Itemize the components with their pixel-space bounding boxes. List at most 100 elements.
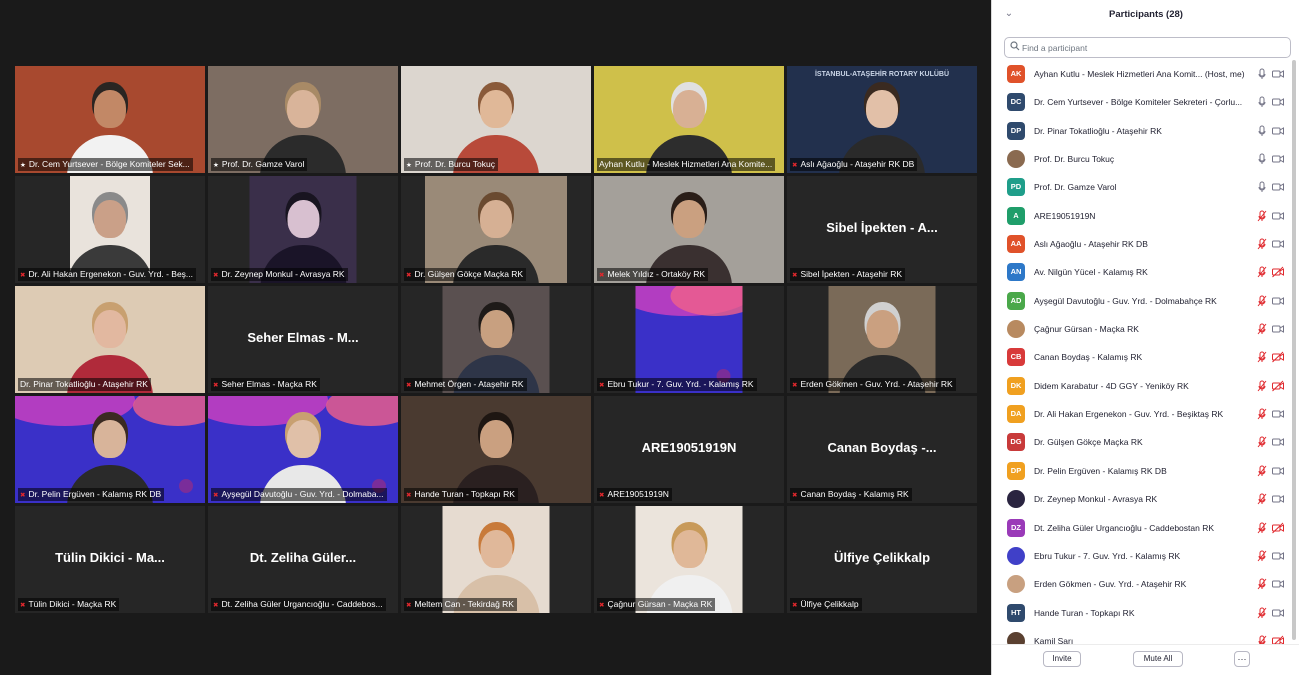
video-camera-icon[interactable] bbox=[1272, 465, 1284, 477]
video-tile[interactable]: Tülin Dikici - Ma... ✖ Tülin Dikici - Maçk… bbox=[15, 506, 205, 613]
video-tile[interactable]: ★ Prof. Dr. Gamze Varol bbox=[208, 66, 398, 173]
video-camera-off-icon[interactable] bbox=[1272, 351, 1284, 363]
microphone-icon[interactable] bbox=[1257, 125, 1267, 137]
video-camera-icon[interactable] bbox=[1272, 210, 1284, 222]
participant-row[interactable]: DZ Dt. Zeliha Güler Urgancıoğlu - Caddebo… bbox=[1004, 514, 1287, 542]
video-camera-icon[interactable] bbox=[1272, 607, 1284, 619]
microphone-muted-icon[interactable] bbox=[1257, 578, 1267, 590]
microphone-muted-icon[interactable] bbox=[1257, 210, 1267, 222]
video-camera-icon[interactable] bbox=[1272, 96, 1284, 108]
video-camera-icon[interactable] bbox=[1272, 238, 1284, 250]
microphone-muted-icon[interactable] bbox=[1257, 266, 1267, 278]
microphone-muted-icon[interactable] bbox=[1257, 351, 1267, 363]
microphone-muted-icon[interactable] bbox=[1257, 408, 1267, 420]
participant-row[interactable]: A ARE19051919N bbox=[1004, 202, 1287, 230]
video-tile[interactable]: Dt. Zeliha Güler... ✖ Dt. Zeliha Güler Urg… bbox=[208, 506, 398, 613]
video-tile[interactable]: ARE19051919N ✖ ARE19051919N bbox=[594, 396, 784, 503]
video-camera-icon[interactable] bbox=[1272, 323, 1284, 335]
video-tile[interactable]: ✖ Melek Yıldız - Ortaköy RK bbox=[594, 176, 784, 283]
microphone-icon[interactable] bbox=[1257, 181, 1267, 193]
participant-video bbox=[15, 66, 205, 173]
participant-row[interactable]: AK Ayhan Kutlu - Meslek Hizmetleri Ana Ko… bbox=[1004, 60, 1287, 88]
microphone-icon[interactable] bbox=[1257, 68, 1267, 80]
video-camera-icon[interactable] bbox=[1272, 153, 1284, 165]
participant-row[interactable]: DA Dr. Ali Hakan Ergenekon - Guv. Yrd. - … bbox=[1004, 400, 1287, 428]
participant-search[interactable] bbox=[1004, 37, 1291, 58]
participant-row[interactable]: AN Av. Nilgün Yücel - Kalamış RK bbox=[1004, 258, 1287, 286]
video-tile[interactable]: ✖ Dr. Gülşen Gökçe Maçka RK bbox=[401, 176, 591, 283]
microphone-muted-icon[interactable] bbox=[1257, 465, 1267, 477]
video-camera-off-icon[interactable] bbox=[1272, 635, 1284, 644]
participant-row[interactable]: AA Aslı Ağaoğlu - Ataşehir RK DB bbox=[1004, 230, 1287, 258]
microphone-muted-icon[interactable] bbox=[1257, 238, 1267, 250]
mute-all-button[interactable]: Mute All bbox=[1133, 651, 1183, 667]
participant-row[interactable]: AD Ayşegül Davutoğlu - Guv. Yrd. - Dolmab… bbox=[1004, 287, 1287, 315]
video-tile[interactable]: ✖ Hande Turan - Topkapı RK bbox=[401, 396, 591, 503]
microphone-muted-icon[interactable] bbox=[1257, 380, 1267, 392]
participant-row[interactable]: Ebru Tukur - 7. Guv. Yrd. - Kalamış RK bbox=[1004, 542, 1287, 570]
video-tile[interactable]: ✖ Erden Gökmen - Guv. Yrd. - Ataşehir RK bbox=[787, 286, 977, 393]
video-tile[interactable]: ✖ Dr. Ali Hakan Ergenekon - Guv. Yrd. - B… bbox=[15, 176, 205, 283]
participant-row[interactable]: Dr. Zeynep Monkul - Avrasya RK bbox=[1004, 485, 1287, 513]
participant-row[interactable]: Kamil Sarı bbox=[1004, 627, 1287, 644]
microphone-muted-icon[interactable] bbox=[1257, 493, 1267, 505]
video-camera-icon[interactable] bbox=[1272, 181, 1284, 193]
participant-name: Ayhan Kutlu - Meslek Hizmetleri Ana Komi… bbox=[1034, 69, 1245, 79]
video-tile[interactable]: ★ Prof. Dr. Burcu Tokuç bbox=[401, 66, 591, 173]
participant-row[interactable]: DC Dr. Cem Yurtsever - Bölge Komiteler Se… bbox=[1004, 88, 1287, 116]
participant-row[interactable]: DP Dr. Pinar Tokatlioğlu - Ataşehir RK bbox=[1004, 117, 1287, 145]
video-tile[interactable]: Ülfiye Çelikkalp ✖ Ülfiye Çelikkalp bbox=[787, 506, 977, 613]
video-camera-icon[interactable] bbox=[1272, 493, 1284, 505]
microphone-muted-icon[interactable] bbox=[1257, 550, 1267, 562]
participant-name: Erden Gökmen - Guv. Yrd. - Ataşehir RK bbox=[1034, 579, 1187, 590]
participant-row[interactable]: DP Dr. Pelin Ergüven - Kalamış RK DB bbox=[1004, 457, 1287, 485]
video-camera-icon[interactable] bbox=[1272, 436, 1284, 448]
video-tile[interactable]: ✖ Meltem Can - Tekirdağ RK bbox=[401, 506, 591, 613]
participant-row[interactable]: HT Hande Turan - Topkapı RK bbox=[1004, 599, 1287, 627]
participant-row[interactable]: DK Didem Karabatur - 4D GGY - Yeniköy RK bbox=[1004, 372, 1287, 400]
video-tile[interactable]: Dr. Pinar Tokatlioğlu - Ataşehir RK bbox=[15, 286, 205, 393]
participant-row[interactable]: Prof. Dr. Burcu Tokuç bbox=[1004, 145, 1287, 173]
video-tile[interactable]: Seher Elmas - M... ✖ Seher Elmas - Maçka R… bbox=[208, 286, 398, 393]
microphone-muted-icon[interactable] bbox=[1257, 436, 1267, 448]
video-tile[interactable]: ✖ Dr. Zeynep Monkul - Avrasya RK bbox=[208, 176, 398, 283]
video-tile[interactable]: Ayhan Kutlu - Meslek Hizmetleri Ana Komi… bbox=[594, 66, 784, 173]
video-tile[interactable]: İSTANBUL-ATAŞEHİR ROTARY KULÜBÜ ✖ Aslı Ağa… bbox=[787, 66, 977, 173]
name-label: Dr. Pinar Tokatlioğlu - Ataşehir RK bbox=[18, 378, 151, 391]
microphone-icon[interactable] bbox=[1257, 153, 1267, 165]
more-options-button[interactable]: ··· bbox=[1234, 651, 1250, 667]
video-tile[interactable]: ✖ Mehmet Örgen - Ataşehir RK bbox=[401, 286, 591, 393]
video-tile[interactable]: ✖ Dr. Pelin Ergüven - Kalamış RK DB bbox=[15, 396, 205, 503]
video-tile[interactable]: Canan Boydaş -... ✖ Canan Boydaş - Kalamış… bbox=[787, 396, 977, 503]
video-camera-off-icon[interactable] bbox=[1272, 266, 1284, 278]
video-camera-icon[interactable] bbox=[1272, 578, 1284, 590]
participant-row[interactable]: CB Canan Boydaş - Kalamış RK bbox=[1004, 343, 1287, 371]
microphone-muted-icon[interactable] bbox=[1257, 521, 1267, 534]
video-camera-off-icon[interactable] bbox=[1272, 380, 1284, 392]
invite-button[interactable]: Invite bbox=[1043, 651, 1081, 667]
video-camera-icon[interactable] bbox=[1272, 408, 1284, 420]
video-camera-icon[interactable] bbox=[1272, 125, 1284, 137]
microphone-icon[interactable] bbox=[1257, 96, 1267, 108]
search-input[interactable] bbox=[1022, 40, 1282, 55]
video-tile[interactable]: Sibel İpekten - A... ✖ Sibel İpekten - Ata… bbox=[787, 176, 977, 283]
participant-name: Dr. Pelin Ergüven - Kalamış RK DB bbox=[1034, 465, 1167, 476]
microphone-muted-icon[interactable] bbox=[1257, 323, 1267, 335]
participant-row[interactable]: DG Dr. Gülşen Gökçe Maçka RK bbox=[1004, 428, 1287, 456]
video-camera-icon[interactable] bbox=[1272, 550, 1284, 562]
video-camera-icon[interactable] bbox=[1272, 68, 1284, 80]
video-camera-off-icon[interactable] bbox=[1272, 522, 1284, 534]
microphone-muted-icon[interactable] bbox=[1257, 607, 1267, 619]
video-camera-icon[interactable] bbox=[1272, 295, 1284, 307]
video-tile[interactable]: ✖ Ayşegül Davutoğlu - Guv. Yrd. - Dolmaba… bbox=[208, 396, 398, 503]
participant-row[interactable]: Çağnur Gürsan - Maçka RK bbox=[1004, 315, 1287, 343]
participant-row[interactable]: Erden Gökmen - Guv. Yrd. - Ataşehir RK bbox=[1004, 570, 1287, 598]
microphone-muted-icon[interactable] bbox=[1257, 635, 1267, 644]
video-tile[interactable]: ✖ Ebru Tukur - 7. Guv. Yrd. - Kalamış RK bbox=[594, 286, 784, 393]
participant-row[interactable]: PD Prof. Dr. Gamze Varol bbox=[1004, 173, 1287, 201]
scrollbar-thumb[interactable] bbox=[1292, 60, 1296, 640]
microphone-muted-icon[interactable] bbox=[1257, 295, 1267, 307]
video-tile[interactable]: ✖ Çağnur Gürsan - Maçka RK bbox=[594, 506, 784, 613]
video-tile[interactable]: ★ Dr. Cem Yurtsever - Bölge Komiteler Sek… bbox=[15, 66, 205, 173]
participant-list-scrollbar[interactable] bbox=[1292, 60, 1296, 644]
